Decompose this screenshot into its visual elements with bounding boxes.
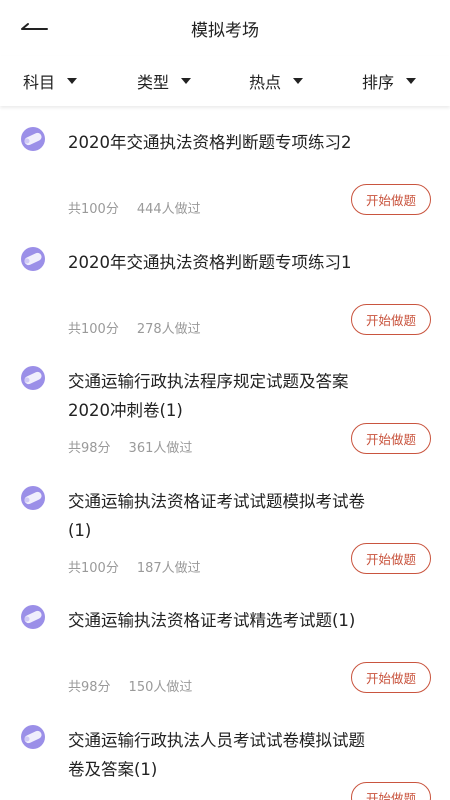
item-score: 共98分 bbox=[68, 680, 111, 695]
item-title: 交通运输执法资格证考试试题模拟考试卷(1) bbox=[68, 491, 365, 540]
exam-scroll-icon bbox=[21, 485, 45, 510]
filter-bar: 科目 类型 热点 排序 bbox=[0, 56, 450, 106]
filter-label: 排序 bbox=[362, 73, 395, 92]
caret-down-icon bbox=[293, 78, 304, 84]
item-done-count: 150人做过 bbox=[128, 680, 193, 695]
filter-subject[interactable]: 科目 bbox=[23, 68, 78, 94]
list-item[interactable]: 交通运输执法资格证考试精选考试题(1) 共98分 150人做过 开始做题 bbox=[0, 584, 450, 704]
caret-down-icon bbox=[181, 78, 192, 84]
item-meta: 共100分 278人做过 bbox=[68, 318, 201, 337]
item-title: 交通运输执法资格证考试精选考试题(1) bbox=[68, 611, 356, 630]
start-button[interactable]: 开始做题 bbox=[351, 781, 431, 800]
list-item[interactable]: 交通运输执法资格证考试试题模拟考试卷(1) 共100分 187人做过 开始做题 bbox=[0, 465, 450, 585]
item-done-count: 361人做过 bbox=[128, 441, 193, 456]
item-score: 共100分 bbox=[68, 202, 119, 217]
item-done-count: 187人做过 bbox=[136, 560, 201, 576]
list-item[interactable]: 2020年交通执法资格判断题专项练习2 共100分 444人做过 开始做题 bbox=[0, 106, 450, 226]
item-title: 2020年交通执法资格判断题专项练习2 bbox=[68, 133, 352, 152]
item-meta: 共100分 444人做过 bbox=[68, 198, 201, 217]
exam-scroll-icon bbox=[21, 246, 45, 271]
filter-label: 科目 bbox=[23, 73, 56, 92]
item-title: 2020年交通执法资格判断题专项练习1 bbox=[68, 252, 352, 272]
caret-down-icon bbox=[406, 78, 417, 84]
header: 模拟考场 bbox=[0, 0, 450, 56]
item-score: 共100分 bbox=[68, 560, 119, 576]
filter-label: 热点 bbox=[249, 73, 282, 92]
item-score: 共100分 bbox=[68, 321, 119, 337]
item-done-count: 444人做过 bbox=[136, 202, 201, 217]
filter-type[interactable]: 类型 bbox=[137, 68, 192, 94]
list-item[interactable]: 2020年交通执法资格判断题专项练习1 共100分 278人做过 开始做题 bbox=[0, 226, 450, 346]
filter-hot[interactable]: 热点 bbox=[249, 68, 304, 94]
page-title: 模拟考场 bbox=[191, 21, 259, 41]
caret-down-icon bbox=[67, 78, 78, 84]
start-button[interactable]: 开始做题 bbox=[351, 184, 431, 215]
item-title: 交通运输行政执法程序规定试题及答案2020冲刺卷(1) bbox=[68, 372, 349, 420]
item-score: 共98分 bbox=[68, 441, 111, 456]
exam-scroll-icon bbox=[21, 127, 45, 151]
start-button[interactable]: 开始做题 bbox=[351, 303, 431, 335]
start-button[interactable]: 开始做题 bbox=[351, 662, 431, 693]
item-meta: 共100分 187人做过 bbox=[68, 557, 201, 576]
exam-scroll-icon bbox=[21, 366, 45, 390]
item-title: 交通运输行政执法人员考试试卷模拟试题卷及答案(1) bbox=[68, 730, 365, 779]
start-button[interactable]: 开始做题 bbox=[351, 542, 431, 574]
exam-scroll-icon bbox=[21, 724, 45, 749]
exam-list: 2020年交通执法资格判断题专项练习2 共100分 444人做过 开始做题 202… bbox=[0, 106, 450, 800]
list-item[interactable]: 交通运输行政执法人员考试试卷模拟试题卷及答案(1) 开始做题 bbox=[0, 704, 450, 800]
exam-scroll-icon bbox=[21, 605, 45, 629]
item-meta bbox=[68, 796, 86, 800]
list-item[interactable]: 交通运输行政执法程序规定试题及答案2020冲刺卷(1) 共98分 361人做过 开… bbox=[0, 345, 450, 465]
item-meta: 共98分 150人做过 bbox=[68, 676, 192, 695]
filter-sort[interactable]: 排序 bbox=[362, 68, 417, 94]
item-meta: 共98分 361人做过 bbox=[68, 437, 192, 456]
filter-label: 类型 bbox=[137, 73, 170, 92]
item-done-count: 278人做过 bbox=[136, 321, 201, 337]
start-button[interactable]: 开始做题 bbox=[351, 423, 431, 454]
